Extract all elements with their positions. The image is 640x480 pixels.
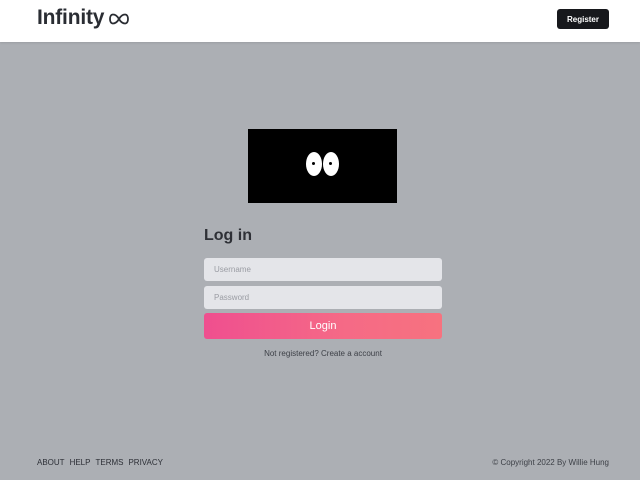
- login-button[interactable]: Login: [204, 313, 442, 339]
- login-title: Log in: [204, 227, 252, 244]
- infinity-icon: [109, 12, 130, 25]
- top-navbar: Infinity Register: [0, 0, 640, 42]
- hero-image: [248, 129, 397, 203]
- password-input[interactable]: [204, 286, 442, 309]
- footer-links: ABOUT HELP TERMS PRIVACY: [37, 458, 163, 467]
- left-eye-icon: [306, 152, 322, 176]
- brand-logo[interactable]: Infinity: [37, 6, 130, 30]
- footer-link-about[interactable]: ABOUT: [37, 458, 65, 467]
- register-button[interactable]: Register: [557, 9, 609, 29]
- create-account-link[interactable]: Not registered? Create a account: [204, 349, 442, 358]
- username-input[interactable]: [204, 258, 442, 281]
- right-eye-icon: [323, 152, 339, 176]
- footer-link-privacy[interactable]: PRIVACY: [128, 458, 163, 467]
- copyright-text: © Copyright 2022 By Willie Hung: [492, 458, 609, 467]
- footer-link-terms[interactable]: TERMS: [95, 458, 123, 467]
- footer-link-help[interactable]: HELP: [70, 458, 91, 467]
- brand-name: Infinity: [37, 6, 105, 29]
